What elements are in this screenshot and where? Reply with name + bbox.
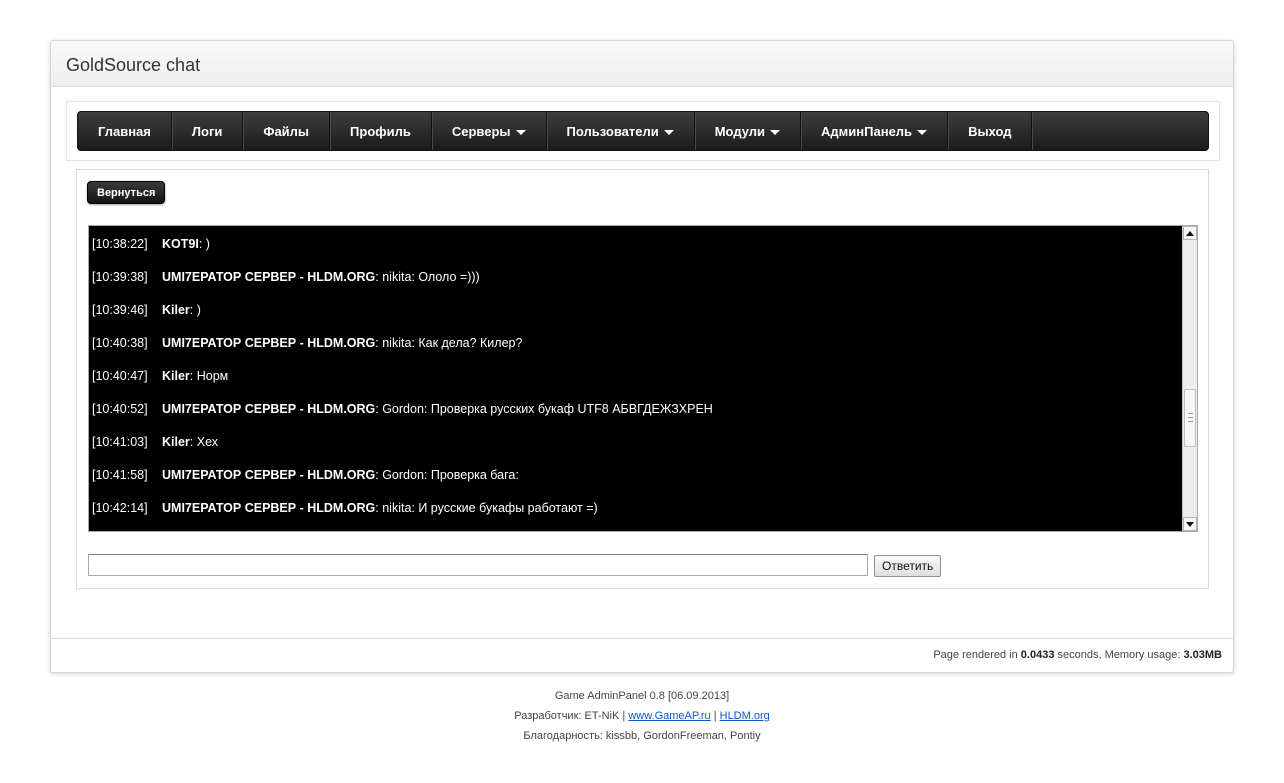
- nav-item[interactable]: Серверы: [432, 112, 547, 150]
- chat-message: [10:42:14] UMI7ЕРАТОР СЕРВЕР - HLDM.ORG: …: [92, 492, 1179, 525]
- chat-message: [10:41:03] Kiler: Хех: [92, 426, 1179, 459]
- nav-item-label: Серверы: [451, 123, 511, 139]
- nav-item-label: Модули: [714, 123, 766, 139]
- nav-item[interactable]: Профиль: [330, 112, 432, 150]
- chat-message: [10:39:46] Kiler: ): [92, 294, 1179, 327]
- main-navbar: Главная Логи Файлы Профиль Серверы Пользовате…: [77, 111, 1209, 151]
- chat-message: [10:40:47] Kiler: Норм: [92, 360, 1179, 393]
- chat-time: [10:41:58]: [92, 468, 148, 482]
- hldm-link[interactable]: HLDM.org: [720, 710, 770, 722]
- back-button[interactable]: Вернуться: [87, 181, 166, 204]
- caret-down-icon: [917, 129, 928, 135]
- chat-nick: KOT9I: [162, 237, 199, 251]
- chat-message: [10:38:22] KOT9I: ): [92, 228, 1179, 261]
- chat-time: [10:40:47]: [92, 369, 148, 383]
- nav-item-label: Выход: [968, 123, 1012, 139]
- nav-item[interactable]: Главная: [78, 112, 172, 150]
- chat-message: [10:39:38] UMI7ЕРАТОР СЕРВЕР - HLDM.ORG: …: [92, 261, 1179, 294]
- nav-item[interactable]: АдминПанель: [801, 112, 949, 150]
- arrow-down-icon: [1186, 521, 1194, 527]
- render-stats-middle: seconds, Memory usage:: [1054, 649, 1184, 661]
- main-panel: GoldSource chat Главная Логи Файлы Профиль С…: [50, 40, 1234, 673]
- scroll-up-button[interactable]: [1183, 226, 1197, 240]
- chat-scrollbar[interactable]: [1182, 226, 1197, 531]
- caret-down-icon: [770, 129, 781, 135]
- chat-time: [10:41:03]: [92, 435, 148, 449]
- chat-time: [10:39:38]: [92, 270, 148, 284]
- chat-time: [10:38:22]: [92, 237, 148, 251]
- scroll-down-button[interactable]: [1183, 517, 1197, 531]
- chat-nick: UMI7ЕРАТОР СЕРВЕР - HLDM.ORG: [162, 270, 376, 284]
- chat-time: [10:40:52]: [92, 402, 148, 416]
- chat-text: : Норм: [189, 369, 229, 383]
- render-stats-prefix: Page rendered in: [933, 649, 1021, 661]
- nav-item[interactable]: Логи: [172, 112, 244, 150]
- chat-nick: UMI7ЕРАТОР СЕРВЕР - HLDM.ORG: [162, 501, 376, 515]
- chat-nick: UMI7ЕРАТОР СЕРВЕР - HLDM.ORG: [162, 336, 376, 350]
- chat-nick: UMI7ЕРАТОР СЕРВЕР - HLDM.ORG: [162, 402, 376, 416]
- chat-text: : nikita: И русские букафы работают =): [375, 501, 598, 515]
- caret-down-icon: [663, 129, 674, 135]
- chat-text: : Gordon: Проверка русских букаф UTF8 АБ…: [375, 402, 713, 416]
- gameap-link[interactable]: www.GameAP.ru: [628, 710, 710, 722]
- chat-message: [10:40:38] UMI7ЕРАТОР СЕРВЕР - HLDM.ORG: …: [92, 327, 1179, 360]
- nav-item[interactable]: Выход: [948, 112, 1033, 150]
- chat-message: [10:41:58] UMI7ЕРАТОР СЕРВЕР - HLDM.ORG: …: [92, 459, 1179, 492]
- panel-header: GoldSource chat: [51, 41, 1233, 87]
- credits: Game AdminPanel 0.8 [06.09.2013] Разрабо…: [0, 686, 1284, 746]
- chat-text: : Хех: [189, 435, 219, 449]
- thanks-text: Благодарность: kissbb, GordonFreeman, Po…: [523, 730, 761, 742]
- caret-down-icon: [515, 129, 526, 135]
- developer-text: Разработчик: ET-NiK |: [514, 710, 629, 722]
- content-area: Вернуться [10:38:22] KOT9I: ) [10:39:38] UM…: [76, 169, 1209, 589]
- arrow-up-icon: [1186, 230, 1194, 236]
- chat-text: : nikita: Ололо =))): [375, 270, 480, 284]
- nav-item-label: АдминПанель: [821, 123, 913, 139]
- chat-lines: [10:38:22] KOT9I: ) [10:39:38] UMI7ЕРАТОР С…: [92, 228, 1179, 525]
- page-title: GoldSource chat: [66, 55, 201, 75]
- nav-item-label: Файлы: [263, 123, 310, 139]
- reply-input[interactable]: [88, 554, 868, 576]
- chat-text: : ): [189, 303, 201, 317]
- chat-time: [10:39:46]: [92, 303, 148, 317]
- chat-log[interactable]: [10:38:22] KOT9I: ) [10:39:38] UMI7ЕРАТОР С…: [88, 225, 1198, 532]
- nav-item[interactable]: Пользователи: [547, 112, 695, 150]
- scrollbar-thumb[interactable]: [1184, 389, 1196, 447]
- nav-item-label: Логи: [191, 123, 223, 139]
- reply-button[interactable]: Ответить: [874, 555, 942, 577]
- chat-time: [10:40:38]: [92, 336, 148, 350]
- nav-item[interactable]: Файлы: [243, 112, 331, 150]
- chat-time: [10:42:14]: [92, 501, 148, 515]
- chat-text: : ): [198, 237, 210, 251]
- chat-nick: Kiler: [162, 369, 190, 383]
- developer-line: Разработчик: ET-NiK | www.GameAP.ru | HL…: [0, 706, 1284, 726]
- version-text: Game AdminPanel 0.8 [06.09.2013]: [554, 690, 730, 702]
- link-separator: |: [710, 710, 720, 722]
- render-time: 0.0433: [1020, 649, 1055, 661]
- grip-icon: [1188, 413, 1193, 422]
- chat-nick: Kiler: [162, 303, 190, 317]
- chat-nick: UMI7ЕРАТОР СЕРВЕР - HLDM.ORG: [162, 468, 376, 482]
- nav-item-label: Пользователи: [566, 123, 659, 139]
- chat-text: : Gordon: Проверка бага:: [375, 468, 519, 482]
- chat-message: [10:40:52] UMI7ЕРАТОР СЕРВЕР - HLDM.ORG: …: [92, 393, 1179, 426]
- nav-item-label: Профиль: [350, 123, 411, 139]
- chat-text: : nikita: Как дела? Килер?: [375, 336, 523, 350]
- nav-item-label: Главная: [98, 123, 151, 139]
- memory-usage: 3.03MB: [1183, 649, 1222, 661]
- render-stats: Page rendered in 0.0433 seconds, Memory …: [51, 638, 1233, 672]
- chat-nick: Kiler: [162, 435, 190, 449]
- nav-item[interactable]: Модули: [695, 112, 802, 150]
- nav-wrapper: Главная Логи Файлы Профиль Серверы Пользовате…: [66, 101, 1220, 161]
